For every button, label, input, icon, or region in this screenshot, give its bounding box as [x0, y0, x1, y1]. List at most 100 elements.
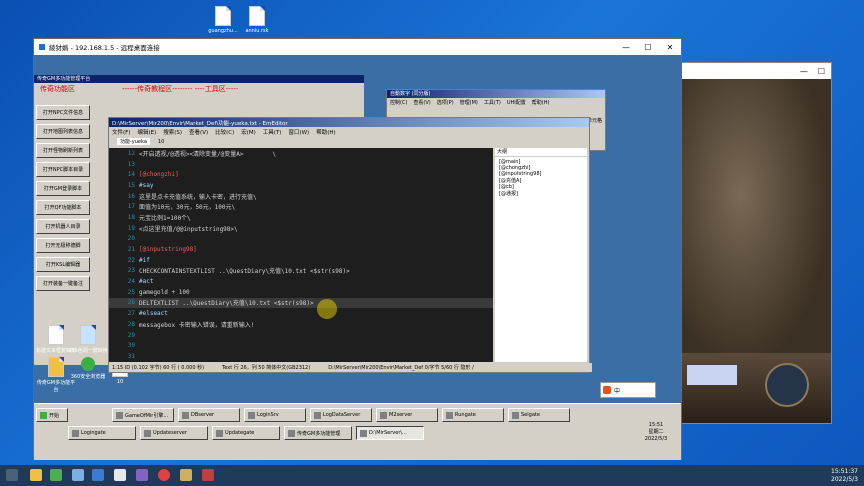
- code-line[interactable]: 16 这里是点卡充值系统，输入卡密，进行充值\: [109, 191, 493, 202]
- taskbar-button[interactable]: LoginSrv: [244, 408, 306, 422]
- remote-desktop-taskbar-icon[interactable]: [72, 469, 84, 481]
- file-explorer-icon[interactable]: [30, 469, 42, 481]
- code-line[interactable]: 22 #if: [109, 255, 493, 266]
- wechat-icon[interactable]: [50, 469, 62, 481]
- minimize-icon[interactable]: —: [800, 67, 808, 76]
- maximize-icon[interactable]: ☐: [818, 67, 825, 76]
- game-scene[interactable]: [681, 79, 831, 367]
- desktop-file-anniu[interactable]: anniu.rsk: [237, 6, 277, 34]
- func-button[interactable]: 打开GM登录脚本: [36, 181, 90, 196]
- editor-menu-item[interactable]: 查看(V): [189, 128, 208, 136]
- editor-menu-item[interactable]: 工具(T): [263, 128, 282, 136]
- code-line[interactable]: 31: [109, 351, 493, 362]
- func-button[interactable]: 打开QF功能脚本: [36, 200, 90, 215]
- code-line[interactable]: 13: [109, 159, 493, 170]
- editor-menu-item[interactable]: 宏(M): [241, 128, 256, 136]
- maximize-button[interactable]: ☐: [637, 43, 659, 52]
- editor-menu-item[interactable]: 编辑(E): [137, 128, 156, 136]
- app-taskbar-icon[interactable]: [92, 469, 104, 481]
- auto-number-menu-item[interactable]: 控制(C): [390, 99, 407, 106]
- host-clock[interactable]: 15:51:37 2022/5/3: [818, 468, 858, 484]
- auto-number-menu-item[interactable]: 帮助(H): [532, 99, 550, 106]
- banner-func-area: 传奇功能区: [40, 85, 75, 93]
- line-number: 26: [127, 299, 135, 307]
- code-line[interactable]: 28 messagebox 卡密输入错误，请重新输入!: [109, 319, 493, 330]
- code-line[interactable]: 30: [109, 340, 493, 351]
- tab-yueka[interactable]: 功能-yueka: [117, 138, 150, 145]
- func-button[interactable]: 打开机器人目录: [36, 219, 90, 234]
- taskbar-button[interactable]: DBserver: [178, 408, 240, 422]
- auto-number-menu-item[interactable]: 管理(M): [460, 99, 478, 106]
- tab-10[interactable]: 10: [158, 139, 164, 145]
- editor-menu-item[interactable]: 文件(F): [112, 128, 130, 136]
- code-line[interactable]: 17 面值为10元，30元，50元，100元\: [109, 201, 493, 212]
- func-button[interactable]: 打开NPC文件信息: [36, 105, 90, 120]
- game-window[interactable]: — ☐: [680, 62, 832, 424]
- app-icon: [314, 411, 321, 419]
- taskbar-button[interactable]: Selgate: [508, 408, 570, 422]
- taskbar-button[interactable]: Updateserver: [140, 426, 208, 440]
- gm-panel-title: 传奇GM多功能管理平台: [34, 75, 364, 83]
- remote-desktop-content: 传奇GM多功能管理平台 传奇功能区 ------传奇教程区-------- --…: [34, 55, 681, 460]
- emeditor-window[interactable]: D:\MirServer\Mir200\Envir\Market_Def\功能-…: [108, 117, 592, 373]
- minimize-button[interactable]: —: [615, 43, 637, 52]
- editor-statusbar: 1:15 ID (0.102 字节) 60 行 ( 0.000 秒) Text …: [109, 363, 592, 372]
- code-line[interactable]: 25 gamegold + 100: [109, 287, 493, 298]
- auto-number-menu-item[interactable]: UHI配置: [507, 99, 526, 106]
- close-button[interactable]: ✕: [659, 43, 681, 52]
- taskbar-button[interactable]: Updategate: [212, 426, 280, 440]
- code-line[interactable]: 18 元宝比例1=100个\: [109, 212, 493, 223]
- code-line[interactable]: 12 <开启透视/@透视><清除变量/@变量A> \: [109, 148, 493, 159]
- code-line[interactable]: 21 [@inputstring98]: [109, 244, 493, 255]
- outline-item[interactable]: [@通报]: [499, 190, 583, 197]
- host-date: 2022/5/3: [831, 476, 858, 483]
- code-line[interactable]: 14 [@chongzhi]: [109, 169, 493, 180]
- auto-number-menu-item[interactable]: 工具(T): [484, 99, 501, 106]
- code-line[interactable]: 19 <点这里充值/@@inputstring98>\: [109, 223, 493, 234]
- taskbar-button[interactable]: M2server: [376, 408, 438, 422]
- app2-taskbar-icon[interactable]: [202, 469, 214, 481]
- code-line[interactable]: 24 #act: [109, 276, 493, 287]
- func-button[interactable]: 打开KSL编辑器: [36, 257, 90, 272]
- taskbar-button[interactable]: LogDataServer: [310, 408, 372, 422]
- ime-toolbar[interactable]: 中: [600, 382, 656, 398]
- minimap-orb-icon: [765, 363, 809, 407]
- visual-studio-icon[interactable]: [136, 469, 148, 481]
- editor-menu-item[interactable]: 帮助(H): [316, 128, 335, 136]
- remote-desktop-window[interactable]: 綾犲嬀 - 192.168.1.5 - 远程桌面连接 — ☐ ✕ 传奇GM多功能…: [33, 38, 682, 460]
- func-button[interactable]: 打开装备一键备注: [36, 276, 90, 291]
- taskbar-button[interactable]: GameOfMir引擎...: [112, 408, 174, 422]
- line-number: 14: [127, 171, 135, 179]
- code-line[interactable]: 29: [109, 330, 493, 341]
- game-taskbar-icon[interactable]: [180, 469, 192, 481]
- line-number: 18: [127, 213, 135, 221]
- taskbar-button[interactable]: Rungate: [442, 408, 504, 422]
- taskbar-button[interactable]: D:\MirServer\...: [356, 426, 424, 440]
- start-button[interactable]: 开始: [36, 408, 68, 422]
- func-button[interactable]: 打开地图列表信息: [36, 124, 90, 139]
- code-line[interactable]: 27 #elseact: [109, 308, 493, 319]
- editor-menu-item[interactable]: 窗口(W): [288, 128, 309, 136]
- windows-start-icon[interactable]: [6, 469, 18, 481]
- auto-number-menu-item[interactable]: 查看(V): [413, 99, 430, 106]
- inner-clock[interactable]: 15:51 星期二 2022/5/3: [634, 422, 678, 443]
- code-editor[interactable]: 12 <开启透视/@透视><清除变量/@变量A> \ 13 14 [@chongzhi]…: [109, 148, 493, 362]
- taskbar-button-label: Rungate: [455, 412, 476, 418]
- code-line[interactable]: 15 #say: [109, 180, 493, 191]
- app-icon: [446, 411, 453, 419]
- outline-item[interactable]: [@充值A]: [499, 177, 583, 184]
- notepad-icon[interactable]: [114, 469, 126, 481]
- chrome-icon[interactable]: [158, 469, 170, 481]
- taskbar-button[interactable]: 传奇GM多功能管理: [284, 426, 352, 440]
- code-line[interactable]: 23 CHECKCONTAINSTEXTLIST ..\QuestDiary\充值…: [109, 266, 493, 277]
- code-line[interactable]: 20: [109, 234, 493, 245]
- taskbar-button[interactable]: Logingate: [68, 426, 136, 440]
- editor-menu-item[interactable]: 搜索(S): [163, 128, 182, 136]
- auto-number-menu-item[interactable]: 选项(P): [437, 99, 454, 106]
- inner-icon-256[interactable]: 256色调一键转换: [68, 325, 108, 354]
- func-button[interactable]: 打开NPC脚本目录: [36, 162, 90, 177]
- func-button[interactable]: 打开无极称德脚: [36, 238, 90, 253]
- func-button[interactable]: 打开怪物刷新列表: [36, 143, 90, 158]
- editor-menu-item[interactable]: 比较(C): [215, 128, 234, 136]
- code-line[interactable]: 26 DELTEXTLIST ..\QuestDiary\充值\10.txt <$…: [109, 297, 493, 309]
